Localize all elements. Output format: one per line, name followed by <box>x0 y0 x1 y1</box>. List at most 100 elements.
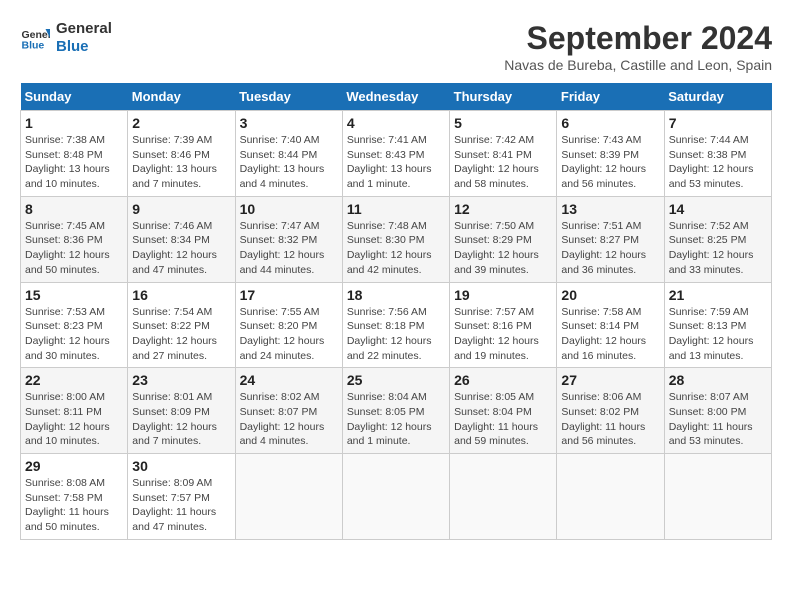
day-info: Sunrise: 7:57 AM Sunset: 8:16 PM Dayligh… <box>454 305 552 364</box>
day-info: Sunrise: 8:07 AM Sunset: 8:00 PM Dayligh… <box>669 390 767 449</box>
day-info: Sunrise: 8:08 AM Sunset: 7:58 PM Dayligh… <box>25 476 123 535</box>
calendar-cell: 13 Sunrise: 7:51 AM Sunset: 8:27 PM Dayl… <box>557 196 664 282</box>
calendar-cell: 8 Sunrise: 7:45 AM Sunset: 8:36 PM Dayli… <box>21 196 128 282</box>
day-info: Sunrise: 7:55 AM Sunset: 8:20 PM Dayligh… <box>240 305 338 364</box>
calendar-week-row: 8 Sunrise: 7:45 AM Sunset: 8:36 PM Dayli… <box>21 196 772 282</box>
calendar-cell <box>664 454 771 540</box>
col-wednesday: Wednesday <box>342 83 449 111</box>
calendar-cell: 23 Sunrise: 8:01 AM Sunset: 8:09 PM Dayl… <box>128 368 235 454</box>
day-number: 12 <box>454 201 552 217</box>
day-number: 11 <box>347 201 445 217</box>
day-number: 25 <box>347 372 445 388</box>
day-info: Sunrise: 7:48 AM Sunset: 8:30 PM Dayligh… <box>347 219 445 278</box>
logo-blue: Blue <box>56 38 112 56</box>
day-info: Sunrise: 7:58 AM Sunset: 8:14 PM Dayligh… <box>561 305 659 364</box>
calendar-cell: 20 Sunrise: 7:58 AM Sunset: 8:14 PM Dayl… <box>557 282 664 368</box>
calendar-week-row: 22 Sunrise: 8:00 AM Sunset: 8:11 PM Dayl… <box>21 368 772 454</box>
calendar-week-row: 29 Sunrise: 8:08 AM Sunset: 7:58 PM Dayl… <box>21 454 772 540</box>
day-number: 8 <box>25 201 123 217</box>
day-info: Sunrise: 8:09 AM Sunset: 7:57 PM Dayligh… <box>132 476 230 535</box>
col-saturday: Saturday <box>664 83 771 111</box>
calendar-cell: 14 Sunrise: 7:52 AM Sunset: 8:25 PM Dayl… <box>664 196 771 282</box>
col-thursday: Thursday <box>450 83 557 111</box>
day-number: 14 <box>669 201 767 217</box>
day-info: Sunrise: 7:56 AM Sunset: 8:18 PM Dayligh… <box>347 305 445 364</box>
day-info: Sunrise: 8:06 AM Sunset: 8:02 PM Dayligh… <box>561 390 659 449</box>
day-number: 18 <box>347 287 445 303</box>
day-info: Sunrise: 7:59 AM Sunset: 8:13 PM Dayligh… <box>669 305 767 364</box>
day-number: 27 <box>561 372 659 388</box>
calendar-header-row: Sunday Monday Tuesday Wednesday Thursday… <box>21 83 772 111</box>
title-area: September 2024 Navas de Bureba, Castille… <box>504 20 772 73</box>
day-number: 5 <box>454 115 552 131</box>
calendar-cell: 30 Sunrise: 8:09 AM Sunset: 7:57 PM Dayl… <box>128 454 235 540</box>
col-tuesday: Tuesday <box>235 83 342 111</box>
logo-icon: General Blue <box>20 23 50 53</box>
page-header: General Blue General Blue September 2024… <box>20 20 772 73</box>
day-info: Sunrise: 8:00 AM Sunset: 8:11 PM Dayligh… <box>25 390 123 449</box>
month-title: September 2024 <box>504 20 772 57</box>
calendar-cell: 29 Sunrise: 8:08 AM Sunset: 7:58 PM Dayl… <box>21 454 128 540</box>
col-sunday: Sunday <box>21 83 128 111</box>
day-info: Sunrise: 7:41 AM Sunset: 8:43 PM Dayligh… <box>347 133 445 192</box>
day-number: 22 <box>25 372 123 388</box>
calendar-cell: 4 Sunrise: 7:41 AM Sunset: 8:43 PM Dayli… <box>342 111 449 197</box>
day-info: Sunrise: 8:05 AM Sunset: 8:04 PM Dayligh… <box>454 390 552 449</box>
calendar-cell: 6 Sunrise: 7:43 AM Sunset: 8:39 PM Dayli… <box>557 111 664 197</box>
calendar-cell: 26 Sunrise: 8:05 AM Sunset: 8:04 PM Dayl… <box>450 368 557 454</box>
day-number: 10 <box>240 201 338 217</box>
day-number: 16 <box>132 287 230 303</box>
day-info: Sunrise: 8:04 AM Sunset: 8:05 PM Dayligh… <box>347 390 445 449</box>
calendar-cell <box>235 454 342 540</box>
calendar-cell: 28 Sunrise: 8:07 AM Sunset: 8:00 PM Dayl… <box>664 368 771 454</box>
day-number: 28 <box>669 372 767 388</box>
day-number: 21 <box>669 287 767 303</box>
day-info: Sunrise: 7:38 AM Sunset: 8:48 PM Dayligh… <box>25 133 123 192</box>
logo-general: General <box>56 20 112 38</box>
day-info: Sunrise: 7:53 AM Sunset: 8:23 PM Dayligh… <box>25 305 123 364</box>
calendar-cell: 3 Sunrise: 7:40 AM Sunset: 8:44 PM Dayli… <box>235 111 342 197</box>
day-info: Sunrise: 7:45 AM Sunset: 8:36 PM Dayligh… <box>25 219 123 278</box>
calendar-cell: 9 Sunrise: 7:46 AM Sunset: 8:34 PM Dayli… <box>128 196 235 282</box>
calendar-cell: 12 Sunrise: 7:50 AM Sunset: 8:29 PM Dayl… <box>450 196 557 282</box>
day-info: Sunrise: 7:43 AM Sunset: 8:39 PM Dayligh… <box>561 133 659 192</box>
calendar-cell: 21 Sunrise: 7:59 AM Sunset: 8:13 PM Dayl… <box>664 282 771 368</box>
calendar-cell: 27 Sunrise: 8:06 AM Sunset: 8:02 PM Dayl… <box>557 368 664 454</box>
day-number: 6 <box>561 115 659 131</box>
calendar-cell: 17 Sunrise: 7:55 AM Sunset: 8:20 PM Dayl… <box>235 282 342 368</box>
day-number: 24 <box>240 372 338 388</box>
day-info: Sunrise: 7:50 AM Sunset: 8:29 PM Dayligh… <box>454 219 552 278</box>
calendar-week-row: 15 Sunrise: 7:53 AM Sunset: 8:23 PM Dayl… <box>21 282 772 368</box>
day-info: Sunrise: 7:51 AM Sunset: 8:27 PM Dayligh… <box>561 219 659 278</box>
calendar-cell: 25 Sunrise: 8:04 AM Sunset: 8:05 PM Dayl… <box>342 368 449 454</box>
calendar-table: Sunday Monday Tuesday Wednesday Thursday… <box>20 83 772 540</box>
day-info: Sunrise: 8:01 AM Sunset: 8:09 PM Dayligh… <box>132 390 230 449</box>
day-number: 30 <box>132 458 230 474</box>
day-info: Sunrise: 7:42 AM Sunset: 8:41 PM Dayligh… <box>454 133 552 192</box>
day-info: Sunrise: 8:02 AM Sunset: 8:07 PM Dayligh… <box>240 390 338 449</box>
day-number: 29 <box>25 458 123 474</box>
calendar-cell: 5 Sunrise: 7:42 AM Sunset: 8:41 PM Dayli… <box>450 111 557 197</box>
calendar-cell: 24 Sunrise: 8:02 AM Sunset: 8:07 PM Dayl… <box>235 368 342 454</box>
calendar-cell <box>342 454 449 540</box>
day-info: Sunrise: 7:40 AM Sunset: 8:44 PM Dayligh… <box>240 133 338 192</box>
calendar-cell: 22 Sunrise: 8:00 AM Sunset: 8:11 PM Dayl… <box>21 368 128 454</box>
day-info: Sunrise: 7:52 AM Sunset: 8:25 PM Dayligh… <box>669 219 767 278</box>
day-number: 7 <box>669 115 767 131</box>
calendar-cell: 1 Sunrise: 7:38 AM Sunset: 8:48 PM Dayli… <box>21 111 128 197</box>
day-info: Sunrise: 7:46 AM Sunset: 8:34 PM Dayligh… <box>132 219 230 278</box>
day-info: Sunrise: 7:39 AM Sunset: 8:46 PM Dayligh… <box>132 133 230 192</box>
day-number: 17 <box>240 287 338 303</box>
day-number: 9 <box>132 201 230 217</box>
calendar-cell: 11 Sunrise: 7:48 AM Sunset: 8:30 PM Dayl… <box>342 196 449 282</box>
calendar-cell: 18 Sunrise: 7:56 AM Sunset: 8:18 PM Dayl… <box>342 282 449 368</box>
col-monday: Monday <box>128 83 235 111</box>
calendar-cell: 15 Sunrise: 7:53 AM Sunset: 8:23 PM Dayl… <box>21 282 128 368</box>
calendar-cell: 16 Sunrise: 7:54 AM Sunset: 8:22 PM Dayl… <box>128 282 235 368</box>
calendar-cell: 10 Sunrise: 7:47 AM Sunset: 8:32 PM Dayl… <box>235 196 342 282</box>
day-number: 23 <box>132 372 230 388</box>
location-title: Navas de Bureba, Castille and Leon, Spai… <box>504 57 772 73</box>
day-number: 20 <box>561 287 659 303</box>
calendar-cell: 2 Sunrise: 7:39 AM Sunset: 8:46 PM Dayli… <box>128 111 235 197</box>
day-number: 19 <box>454 287 552 303</box>
